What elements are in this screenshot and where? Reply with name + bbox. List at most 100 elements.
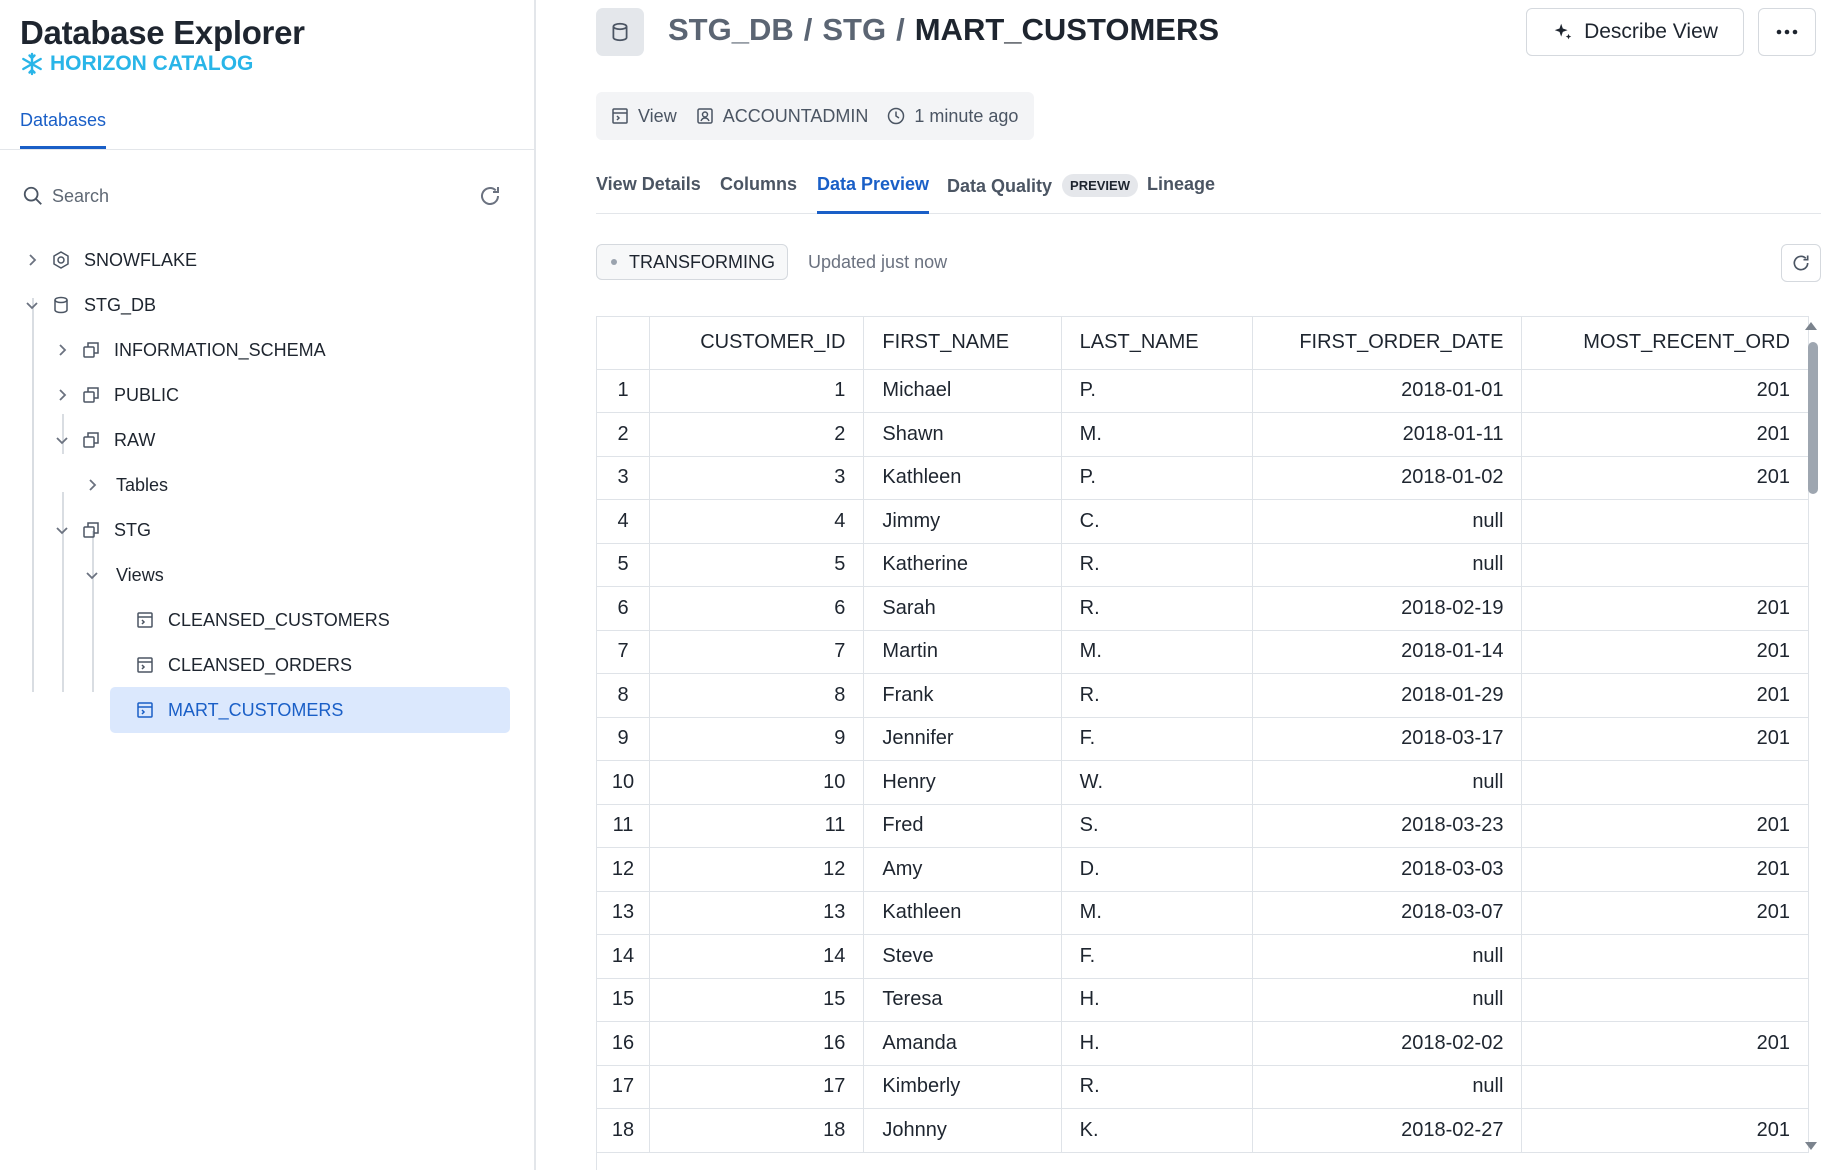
- cell-most-recent-order: 201: [1521, 369, 1809, 413]
- cell-first-order-date: null: [1252, 978, 1523, 1022]
- tree-item-views[interactable]: Views: [82, 555, 164, 595]
- tree-item-snowflake[interactable]: SNOWFLAKE: [22, 240, 197, 280]
- cell-last-name: K.: [1061, 1108, 1253, 1153]
- column-header-last-name[interactable]: LAST_NAME: [1061, 317, 1253, 370]
- cell-most-recent-order: 201: [1521, 586, 1809, 631]
- cell-most-recent-order: 201: [1521, 717, 1809, 761]
- database-share-icon: [50, 249, 72, 271]
- tree-item-cleansed-customers[interactable]: CLEANSED_CUSTOMERS: [110, 600, 510, 640]
- cell-first-name: Katherine: [863, 543, 1062, 587]
- tree-item-public[interactable]: PUBLIC: [52, 375, 179, 415]
- table-row[interactable]: 6 6 Sarah R. 2018-02-19 201: [597, 586, 1809, 631]
- cell-most-recent-order: 201: [1521, 630, 1809, 674]
- tab-view-details[interactable]: View Details: [596, 174, 701, 211]
- cell-last-name: R.: [1061, 673, 1253, 718]
- scroll-up-arrow[interactable]: [1805, 322, 1817, 330]
- tree-item-information-schema[interactable]: INFORMATION_SCHEMA: [52, 330, 326, 370]
- cell-customer-id: 5: [649, 543, 865, 587]
- table-row[interactable]: 12 12 Amy D. 2018-03-03 201: [597, 847, 1809, 892]
- tree-item-cleansed-orders[interactable]: CLEANSED_ORDERS: [110, 645, 510, 685]
- scroll-thumb[interactable]: [1808, 342, 1818, 494]
- chevron-right-icon: [52, 385, 72, 405]
- cell-most-recent-order: 201: [1521, 412, 1809, 457]
- main-panel: STG_DB / STG / MART_CUSTOMERS Describe V…: [538, 0, 1821, 1170]
- cell-first-order-date: null: [1252, 934, 1523, 979]
- column-header-first-name[interactable]: FIRST_NAME: [863, 317, 1062, 370]
- cell-most-recent-order: [1521, 934, 1809, 979]
- row-number: 8: [597, 673, 651, 718]
- tree-item-stg[interactable]: STG: [52, 510, 151, 550]
- cell-customer-id: 4: [649, 499, 865, 544]
- ellipsis-icon: [1776, 29, 1798, 35]
- table-row[interactable]: 18 18 Johnny K. 2018-02-27 201: [597, 1108, 1809, 1153]
- table-row[interactable]: 8 8 Frank R. 2018-01-29 201: [597, 673, 1809, 718]
- column-header-first-order-date[interactable]: FIRST_ORDER_DATE: [1252, 317, 1523, 370]
- view-icon: [134, 699, 156, 721]
- cell-customer-id: 10: [649, 760, 865, 805]
- row-number: 14: [597, 934, 651, 979]
- row-number: 11: [597, 804, 651, 848]
- table-row[interactable]: 15 15 Teresa H. null: [597, 978, 1809, 1022]
- tab-data-quality[interactable]: Data Quality PREVIEW: [947, 174, 1138, 213]
- cell-last-name: P.: [1061, 369, 1253, 413]
- table-row[interactable]: 11 11 Fred S. 2018-03-23 201: [597, 804, 1809, 848]
- cell-customer-id: 17: [649, 1065, 865, 1109]
- table-row[interactable]: 10 10 Henry W. null: [597, 760, 1809, 805]
- tree-item-stg-db[interactable]: STG_DB: [22, 285, 156, 325]
- table-row[interactable]: 1 1 Michael P. 2018-01-01 201: [597, 369, 1809, 413]
- table-row[interactable]: 5 5 Katherine R. null: [597, 543, 1809, 587]
- table-row[interactable]: 3 3 Kathleen P. 2018-01-02 201: [597, 456, 1809, 500]
- table-row[interactable]: 4 4 Jimmy C. null: [597, 499, 1809, 544]
- tree-item-raw[interactable]: RAW: [52, 420, 155, 460]
- column-header-customer-id[interactable]: CUSTOMER_ID: [649, 317, 865, 370]
- cell-first-name: Frank: [863, 673, 1062, 718]
- more-actions-button[interactable]: [1758, 8, 1816, 56]
- table-row[interactable]: 13 13 Kathleen M. 2018-03-07 201: [597, 891, 1809, 935]
- cell-first-name: Kathleen: [863, 456, 1062, 500]
- preview-refresh-button[interactable]: [1781, 244, 1821, 282]
- cell-last-name: M.: [1061, 630, 1253, 674]
- row-number: 7: [597, 630, 651, 674]
- cell-first-order-date: null: [1252, 543, 1523, 587]
- cell-most-recent-order: [1521, 760, 1809, 805]
- tab-lineage[interactable]: Lineage: [1147, 174, 1215, 211]
- snowflake-icon: [22, 52, 42, 76]
- cell-first-name: Henry: [863, 760, 1062, 805]
- table-row[interactable]: 14 14 Steve F. null: [597, 934, 1809, 979]
- describe-view-label: Describe View: [1584, 20, 1718, 43]
- cell-first-name: Kimberly: [863, 1065, 1062, 1109]
- table-row[interactable]: 2 2 Shawn M. 2018-01-11 201: [597, 412, 1809, 457]
- cell-first-name: Martin: [863, 630, 1062, 674]
- cell-most-recent-order: 201: [1521, 891, 1809, 935]
- table-row[interactable]: 9 9 Jennifer F. 2018-03-17 201: [597, 717, 1809, 761]
- tab-data-preview[interactable]: Data Preview: [817, 174, 930, 214]
- table-row[interactable]: 7 7 Martin M. 2018-01-14 201: [597, 630, 1809, 674]
- table-row[interactable]: 17 17 Kimberly R. null: [597, 1065, 1809, 1109]
- refresh-icon[interactable]: [478, 184, 502, 208]
- search-input[interactable]: [52, 185, 432, 207]
- cell-most-recent-order: 201: [1521, 673, 1809, 718]
- row-number: 1: [597, 369, 651, 413]
- describe-view-button[interactable]: Describe View: [1526, 8, 1744, 56]
- row-number: 15: [597, 978, 651, 1022]
- table-row[interactable]: 16 16 Amanda H. 2018-02-02 201: [597, 1021, 1809, 1066]
- scroll-down-arrow[interactable]: [1805, 1142, 1817, 1150]
- chevron-down-icon: [52, 430, 72, 450]
- vertical-scrollbar[interactable]: [1803, 320, 1819, 1150]
- cell-last-name: H.: [1061, 978, 1253, 1022]
- breadcrumb-database[interactable]: STG_DB: [668, 12, 794, 48]
- schema-icon: [80, 384, 102, 406]
- tree-guide: [32, 298, 34, 692]
- meta-updated-label: 1 minute ago: [914, 105, 1019, 126]
- search-bar: [22, 176, 502, 216]
- breadcrumb-schema[interactable]: STG: [822, 12, 886, 48]
- tab-databases[interactable]: Databases: [20, 110, 107, 149]
- cell-most-recent-order: [1521, 1065, 1809, 1109]
- tree-item-mart-customers[interactable]: MART_CUSTOMERS: [110, 687, 510, 733]
- column-header-most-recent-order[interactable]: MOST_RECENT_ORD: [1521, 317, 1809, 370]
- chevron-down-icon: [52, 520, 72, 540]
- cell-first-order-date: 2018-01-01: [1252, 369, 1523, 413]
- row-number: 2: [597, 412, 651, 457]
- tree-item-tables[interactable]: Tables: [82, 465, 168, 505]
- tab-columns[interactable]: Columns: [720, 174, 797, 211]
